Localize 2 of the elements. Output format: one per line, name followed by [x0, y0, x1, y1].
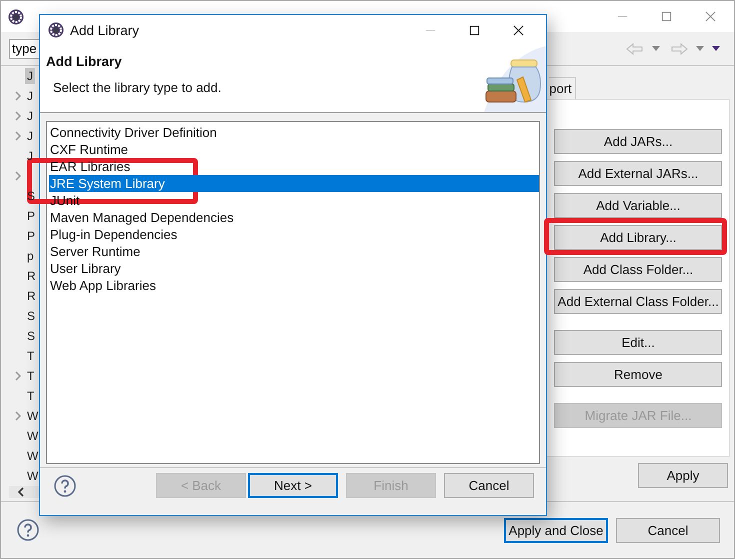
dialog-title: Add Library	[70, 22, 140, 38]
page-description: Select the library type to add.	[53, 80, 222, 95]
